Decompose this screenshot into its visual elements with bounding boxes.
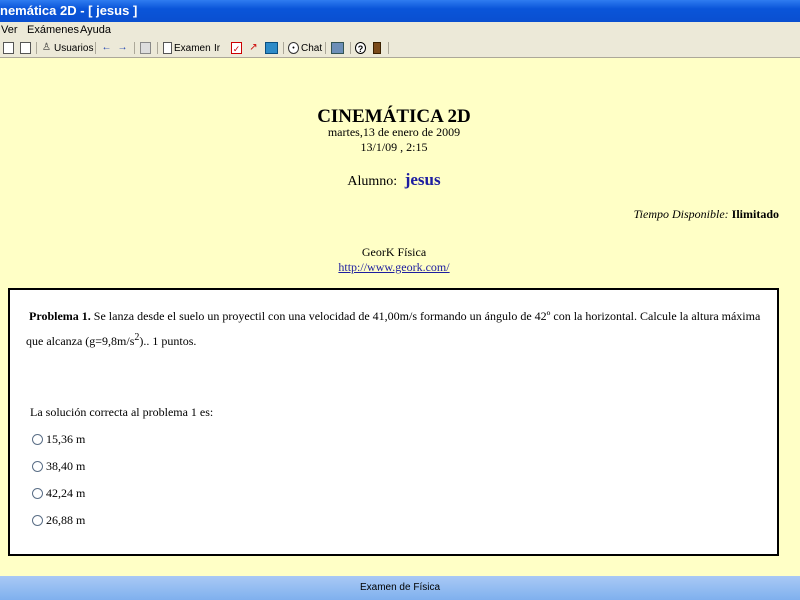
exam-page: CINEMÁTICA 2D martes,13 de enero de 2009… (0, 58, 800, 576)
chat-label: Chat (301, 42, 323, 54)
ir-button[interactable]: Ir (214, 41, 220, 55)
document-icon (3, 42, 14, 54)
time-available: Tiempo Disponible: Ilimitado (634, 207, 779, 222)
radio-button[interactable] (32, 515, 43, 526)
answer-option[interactable]: 42,24 m (32, 486, 85, 501)
website-link[interactable]: http://www.geork.com/ (0, 260, 788, 275)
help-button[interactable]: ? (355, 41, 366, 55)
window-button[interactable] (331, 41, 344, 55)
menu-examenes[interactable]: Exámenes (27, 24, 79, 36)
chart-icon: ↗ (249, 42, 258, 53)
window-title: nemática 2D - [ jesus ] (0, 3, 138, 18)
arrow-left-icon: ← (101, 42, 112, 53)
usuarios-label: Usuarios (54, 42, 94, 54)
ir-label: Ir (214, 42, 221, 54)
menu-ver[interactable]: Ver (1, 24, 18, 36)
window-icon (331, 42, 344, 54)
check-button[interactable]: ✓ (231, 41, 242, 55)
new-doc-button[interactable] (3, 41, 14, 55)
forward-button[interactable]: → (117, 41, 128, 55)
exit-button[interactable] (373, 41, 381, 55)
check-icon: ✓ (231, 42, 242, 54)
answer-label: 38,40 m (46, 459, 86, 473)
arrow-right-icon: → (117, 42, 128, 53)
examen-button[interactable]: Examen (163, 41, 211, 55)
help-icon: ? (355, 42, 366, 54)
time-label: Tiempo Disponible: (633, 207, 729, 221)
answer-option[interactable]: 15,36 m (32, 432, 85, 447)
answer-label: 42,24 m (46, 486, 86, 500)
open-doc-button[interactable] (20, 41, 31, 55)
organization: GeorK Física (361, 245, 427, 259)
status-text: Examen de Física (359, 582, 441, 593)
chart-button[interactable]: ↗ (248, 41, 259, 55)
radio-button[interactable] (32, 434, 43, 445)
screen-button[interactable] (265, 41, 278, 55)
usuarios-button[interactable]: ♙ Usuarios (41, 41, 93, 55)
problem-points: ).. 1 puntos. (139, 334, 197, 348)
radio-button[interactable] (32, 461, 43, 472)
answer-label: 15,36 m (46, 432, 86, 446)
examen-label: Examen (174, 42, 211, 54)
users-icon: ♙ (42, 42, 51, 53)
menu-bar: Ver Exámenes Ayuda (0, 22, 800, 39)
clipboard-icon (140, 42, 151, 54)
monitor-icon (265, 42, 278, 54)
student-line: Alumno: jesus (0, 170, 788, 190)
toolbar: ♙ Usuarios ← → Examen Ir ✓ ↗ • Chat ? (0, 39, 800, 58)
answer-option[interactable]: 38,40 m (32, 459, 85, 474)
back-button[interactable]: ← (101, 41, 112, 55)
problem-label: Problema 1. (29, 309, 91, 323)
chat-button[interactable]: • Chat (288, 41, 322, 55)
menu-ayuda[interactable]: Ayuda (80, 24, 111, 36)
exam-datetime: 13/1/09 , 2:15 (360, 140, 428, 154)
answer-option[interactable]: 26,88 m (32, 513, 85, 528)
time-value: Ilimitado (731, 207, 779, 221)
door-exit-icon (373, 42, 381, 54)
status-bar: Examen de Física (0, 576, 800, 600)
problem-box: Problema 1. Se lanza desde el suelo un p… (8, 288, 779, 556)
student-name: jesus (404, 170, 441, 189)
title-bar: nemática 2D - [ jesus ] (0, 0, 800, 22)
problem-statement: Problema 1. Se lanza desde el suelo un p… (26, 306, 768, 352)
document-icon (20, 42, 31, 54)
exam-date: martes,13 de enero de 2009 (327, 125, 461, 139)
exam-icon (163, 42, 172, 54)
clipboard-button[interactable] (140, 41, 151, 55)
student-label: Alumno: (347, 174, 398, 189)
question-text: La solución correcta al problema 1 es: (30, 405, 214, 419)
answer-label: 26,88 m (46, 513, 86, 527)
radio-button[interactable] (32, 488, 43, 499)
chat-icon: • (288, 42, 299, 54)
